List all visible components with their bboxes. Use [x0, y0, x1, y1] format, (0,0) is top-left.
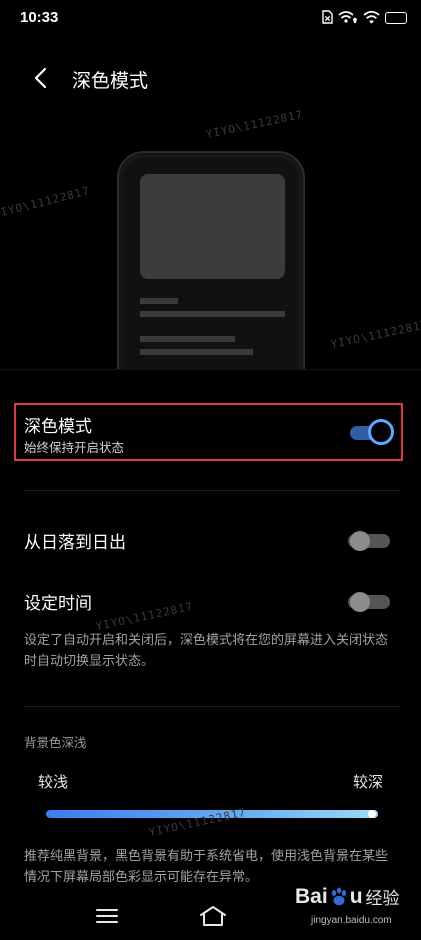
home-icon [200, 906, 226, 926]
sunset-sunrise-toggle[interactable] [346, 527, 392, 553]
section-divider [24, 490, 400, 491]
toggle-knob [368, 419, 394, 445]
wifi-calling-icon [338, 9, 358, 28]
sunset-sunrise-row[interactable]: 从日落到日出 [0, 520, 421, 560]
dark-mode-toggle[interactable] [348, 419, 394, 445]
wifi-icon [363, 9, 380, 28]
home-button[interactable] [196, 899, 230, 933]
dark-mode-title: 深色模式 [24, 417, 92, 437]
battery-icon: 80 [385, 12, 407, 24]
toggle-knob [350, 531, 370, 551]
baidu-jingyan-watermark: Bai u 经验 jingyan.baidu.com [295, 882, 415, 934]
preview-divider [0, 369, 421, 370]
sim-card-icon [321, 9, 333, 28]
menu-button[interactable] [92, 901, 122, 931]
status-icons: 80 [321, 9, 407, 28]
schedule-note: 设定了自动开启和关闭后，深色模式将在您的屏幕进入关闭状态时自动切换显示状态。 [24, 633, 389, 669]
slider-min-label: 较浅 [38, 773, 69, 791]
app-header: 深色模式 [0, 56, 421, 100]
dark-mode-subtitle: 始终保持开启状态 [24, 440, 125, 455]
custom-time-toggle[interactable] [346, 588, 392, 614]
background-section-label: 背景色深浅 [24, 735, 87, 750]
custom-time-label: 设定时间 [24, 594, 92, 614]
status-time: 10:33 [20, 9, 59, 26]
sunset-sunrise-label: 从日落到日出 [24, 533, 126, 553]
dark-mode-setting-row[interactable]: 深色模式 始终保持开启状态 [14, 403, 403, 461]
section-divider [24, 706, 400, 707]
page-title: 深色模式 [72, 70, 149, 92]
toggle-knob [350, 592, 370, 612]
slider-max-label: 较深 [353, 773, 384, 791]
custom-time-row[interactable]: 设定时间 [0, 581, 421, 621]
chevron-left-icon [34, 67, 47, 89]
status-bar: 10:33 80 [0, 0, 421, 36]
paw-icon [331, 887, 346, 905]
jingyan-text: 经验 [365, 889, 400, 909]
baidu-url: jingyan.baidu.com [311, 915, 392, 926]
battery-level-text: 80 [392, 14, 400, 22]
menu-icon [96, 909, 118, 923]
slider-thumb[interactable] [368, 810, 376, 818]
baidu-logo: Bai u 经验 [295, 884, 400, 910]
back-button[interactable] [24, 62, 56, 94]
